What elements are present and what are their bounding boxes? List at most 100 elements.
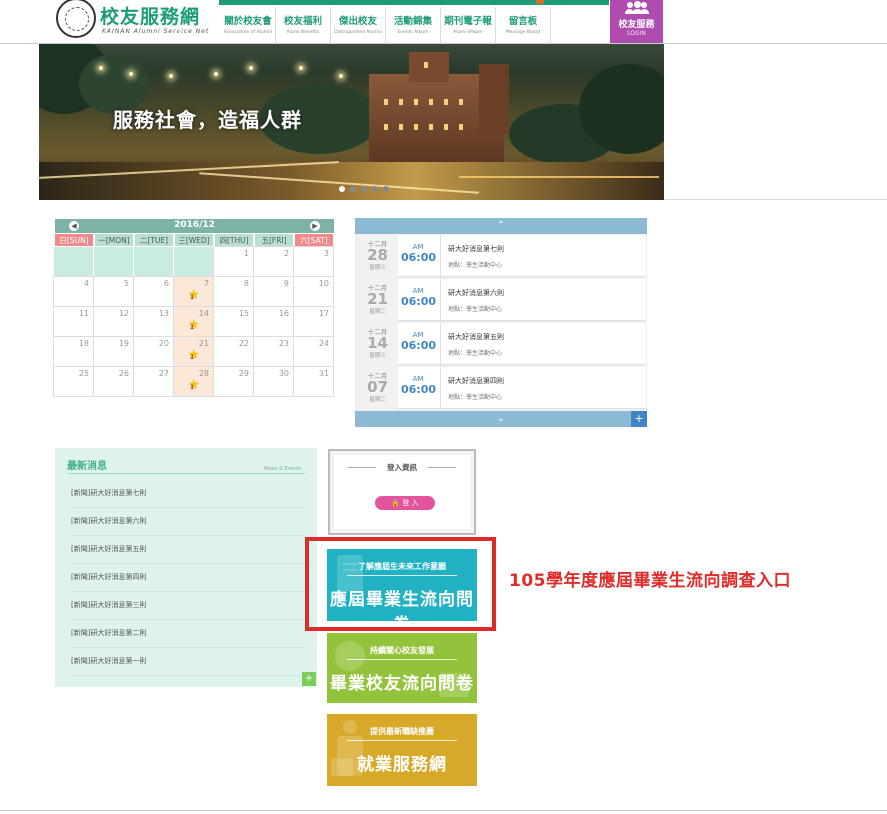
event-title[interactable]: 研大好消息第五則 <box>448 332 646 342</box>
survey-subtitle: 提供最新職缺推薦 <box>370 727 434 736</box>
event-clock: 06:00 <box>401 383 437 396</box>
day-number: 15 <box>238 309 249 318</box>
nav-label: 關於校友會 <box>224 16 272 27</box>
calendar-day[interactable]: 12 <box>93 306 134 337</box>
calendar-day[interactable]: 4 <box>53 276 94 307</box>
event-row[interactable]: 十二月 07 星期三 AM 06:00 研大好消息第四則 地點：學生活動中心 <box>357 367 646 409</box>
calendar-day[interactable]: 16 <box>253 306 294 337</box>
news-item[interactable]: [新聞]研大好消息第四則 <box>71 564 305 592</box>
calendar-day[interactable]: 20 <box>133 336 174 367</box>
event-title[interactable]: 研大好消息第四則 <box>448 376 646 386</box>
event-title[interactable]: 研大好消息第七則 <box>448 244 646 254</box>
calendar-day[interactable]: 26 <box>93 366 134 397</box>
nav-item-about[interactable]: 關於校友會 Association of Alumni <box>221 7 276 43</box>
event-star-icon[interactable]: ★ 1 <box>186 378 200 392</box>
calendar-day[interactable]: 10 <box>293 276 334 307</box>
calendar-day[interactable]: 13 <box>133 306 174 337</box>
calendar-day[interactable]: 6 <box>133 276 174 307</box>
nav-label: 活動錦集 <box>393 16 432 27</box>
login-button[interactable]: 🔒 登 入 <box>375 496 435 510</box>
event-weekday: 星期三 <box>369 309 386 315</box>
nav-item-epaper[interactable]: 期刊電子報 Alumi ePaper <box>441 7 496 43</box>
calendar-day[interactable]: 11 <box>53 306 94 337</box>
alumni-survey-banner[interactable]: 持續關心校友發展 畢業校友流向問卷 <box>327 633 477 703</box>
news-item[interactable]: [新聞]研大好消息第一則 <box>71 648 305 676</box>
carousel-dot[interactable] <box>361 186 367 192</box>
calendar-day[interactable]: 3 <box>293 246 334 277</box>
calendar-day[interactable]: 14 ★ 1 <box>173 306 214 337</box>
calendar-day[interactable]: 2 <box>253 246 294 277</box>
news-item[interactable]: [新聞]研大好消息第七則 <box>71 480 305 508</box>
calendar-day[interactable]: 22 <box>213 336 254 367</box>
nav-label-en: Distinguished Alumni <box>334 30 382 35</box>
calendar-empty-cell <box>53 246 94 277</box>
event-info: 研大好消息第五則 地點：學生活動中心 <box>440 323 646 365</box>
calendar-day[interactable]: 18 <box>53 336 94 367</box>
calendar-day[interactable]: 24 <box>293 336 334 367</box>
calendar-day[interactable]: 31 <box>293 366 334 397</box>
highlight-box <box>305 537 496 631</box>
calendar-day[interactable]: 15 <box>213 306 254 337</box>
divider <box>347 659 457 660</box>
calendar-day[interactable]: 25 <box>53 366 94 397</box>
upcoming-events: ⌃ 十二月 28 星期三 AM 06:00 研大好消息第七則 地點：學生活動中心 十二月 21 星… <box>355 218 647 427</box>
nav-label-en: Alumi ePaper <box>453 30 483 35</box>
event-title[interactable]: 研大好消息第六則 <box>448 288 646 298</box>
event-row[interactable]: 十二月 14 星期三 AM 06:00 研大好消息第五則 地點：學生活動中心 <box>357 323 646 365</box>
event-star-icon[interactable]: ★ 1 <box>186 348 200 362</box>
news-item[interactable]: [新聞]研大好消息第六則 <box>71 508 305 536</box>
event-row[interactable]: 十二月 21 星期三 AM 06:00 研大好消息第六則 地點：學生活動中心 <box>357 279 646 321</box>
event-star-icon[interactable]: ★ 1 <box>186 288 200 302</box>
scroll-down-icon[interactable]: ⌄ + <box>355 411 647 427</box>
event-star-icon[interactable]: ★ 1 <box>186 318 200 332</box>
calendar-day[interactable]: 5 <box>93 276 134 307</box>
news-item[interactable]: [新聞]研大好消息第二則 <box>71 620 305 648</box>
next-month-icon[interactable]: ▶ <box>310 221 320 231</box>
hero-banner[interactable]: 服務社會，造福人群 <box>39 44 664 200</box>
event-location: 地點：學生活動中心 <box>448 306 503 313</box>
carousel-dot[interactable] <box>372 186 378 192</box>
login-nav-button[interactable]: 校友服務 LOGIN <box>610 0 663 43</box>
calendar-day[interactable]: 17 <box>293 306 334 337</box>
login-button-label: 登 入 <box>402 499 419 507</box>
calendar-day[interactable]: 8 <box>213 276 254 307</box>
calendar-day[interactable]: 23 <box>253 336 294 367</box>
divider <box>347 740 457 741</box>
career-service-banner[interactable]: 提供最新職缺推薦 就業服務網 <box>327 714 477 786</box>
news-item[interactable]: [新聞]研大好消息第三則 <box>71 592 305 620</box>
calendar-month-title: 2016/12 <box>174 220 215 230</box>
day-number: 29 <box>238 369 249 378</box>
calendar-day[interactable]: 28 ★ 1 <box>173 366 214 397</box>
carousel-dot[interactable] <box>383 186 389 192</box>
nav-item-distinguished[interactable]: 傑出校友 Distinguished Alumni <box>331 7 386 43</box>
survey-title: 畢業校友流向問卷 <box>330 674 474 694</box>
calendar-day[interactable]: 21 ★ 1 <box>173 336 214 367</box>
survey-callout: 105學年度應屆畢業生流向調查入口 <box>509 571 791 591</box>
event-calendar: ◀ 2016/12 ▶ 日[SUN] 一[MON] 二[TUE] 三[WED] 四[TH… <box>53 219 334 402</box>
carousel-dot[interactable] <box>339 186 345 192</box>
calendar-day[interactable]: 30 <box>253 366 294 397</box>
events-more-button[interactable]: + <box>631 411 647 427</box>
nav-item-events-album[interactable]: 活動錦集 Events Album <box>386 7 441 43</box>
nav-item-message-board[interactable]: 留言板 Message Board <box>496 7 551 43</box>
event-ampm: AM <box>412 375 424 383</box>
nav-item-benefits[interactable]: 校友福利 Alumi Benefits <box>276 7 331 43</box>
carousel-dot[interactable] <box>350 186 356 192</box>
lock-icon: 🔒 <box>391 499 401 507</box>
event-row[interactable]: 十二月 28 星期三 AM 06:00 研大好消息第七則 地點：學生活動中心 <box>357 235 646 277</box>
carousel-dots[interactable] <box>339 186 389 192</box>
site-logo[interactable]: 校友服務網 KAINAN Alumni Service Net <box>56 0 226 40</box>
site-name-en: KAINAN Alumni Service Net <box>102 28 210 35</box>
calendar-empty-cell <box>133 246 174 277</box>
banner-divider <box>664 199 887 200</box>
calendar-day[interactable]: 7 ★ 1 <box>173 276 214 307</box>
calendar-day[interactable]: 19 <box>93 336 134 367</box>
news-item[interactable]: [新聞]研大好消息第五則 <box>71 536 305 564</box>
calendar-day[interactable]: 27 <box>133 366 174 397</box>
scroll-up-icon[interactable]: ⌃ <box>355 218 647 234</box>
calendar-day[interactable]: 1 <box>213 246 254 277</box>
calendar-day[interactable]: 9 <box>253 276 294 307</box>
calendar-day[interactable]: 29 <box>213 366 254 397</box>
news-more-button[interactable]: + <box>302 672 316 686</box>
event-clock: 06:00 <box>401 295 437 308</box>
